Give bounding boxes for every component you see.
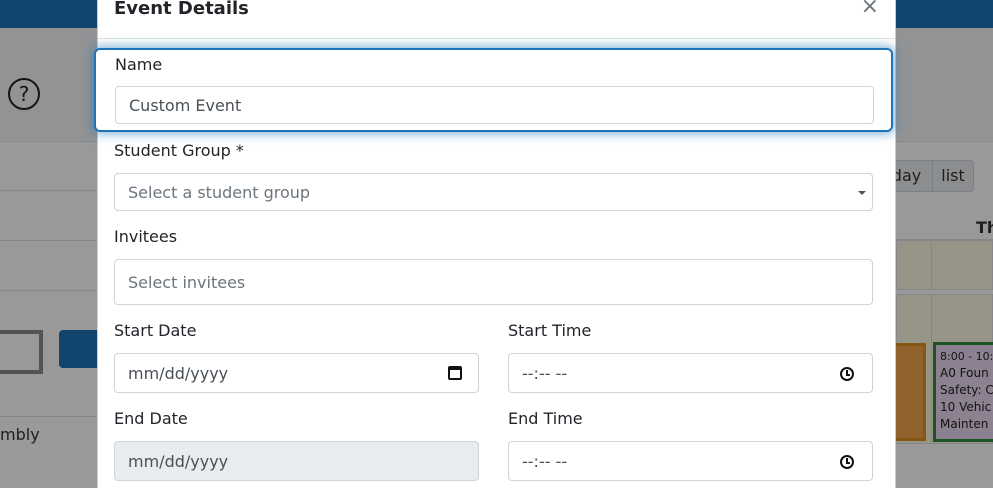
invitees-input[interactable]: Select invitees bbox=[114, 259, 873, 305]
end-time-placeholder: --:-- -- bbox=[522, 451, 568, 471]
start-time-input[interactable]: --:-- -- bbox=[508, 353, 873, 393]
start-date-placeholder: mm/dd/yyyy bbox=[128, 363, 229, 383]
start-date-label: Start Date bbox=[114, 321, 197, 340]
event-details-modal: Event Details × Name Custom Event Studen… bbox=[94, 0, 896, 488]
end-date-label: End Date bbox=[114, 409, 188, 428]
start-time-placeholder: --:-- -- bbox=[522, 363, 568, 383]
end-time-input[interactable]: --:-- -- bbox=[508, 441, 873, 481]
name-input[interactable]: Custom Event bbox=[115, 86, 874, 124]
clock-icon[interactable] bbox=[840, 455, 854, 469]
student-group-select[interactable]: Select a student group bbox=[114, 173, 873, 211]
end-date-placeholder: mm/dd/yyyy bbox=[128, 451, 229, 471]
student-group-label: Student Group * bbox=[114, 141, 244, 160]
start-time-label: Start Time bbox=[508, 321, 592, 340]
chevron-down-icon bbox=[858, 191, 866, 195]
invitees-label: Invitees bbox=[114, 227, 178, 246]
close-icon[interactable]: × bbox=[861, 0, 879, 18]
start-date-input[interactable]: mm/dd/yyyy bbox=[114, 353, 479, 393]
name-field-group: Name Custom Event bbox=[94, 48, 893, 132]
student-group-placeholder: Select a student group bbox=[128, 182, 311, 202]
end-date-input: mm/dd/yyyy bbox=[114, 441, 479, 481]
end-time-label: End Time bbox=[508, 409, 583, 428]
name-label: Name bbox=[115, 55, 163, 74]
modal-header: Event Details × bbox=[98, 0, 895, 39]
calendar-icon[interactable] bbox=[448, 366, 462, 380]
modal-title: Event Details bbox=[114, 0, 249, 19]
clock-icon[interactable] bbox=[840, 367, 854, 381]
invitees-placeholder: Select invitees bbox=[128, 272, 246, 292]
